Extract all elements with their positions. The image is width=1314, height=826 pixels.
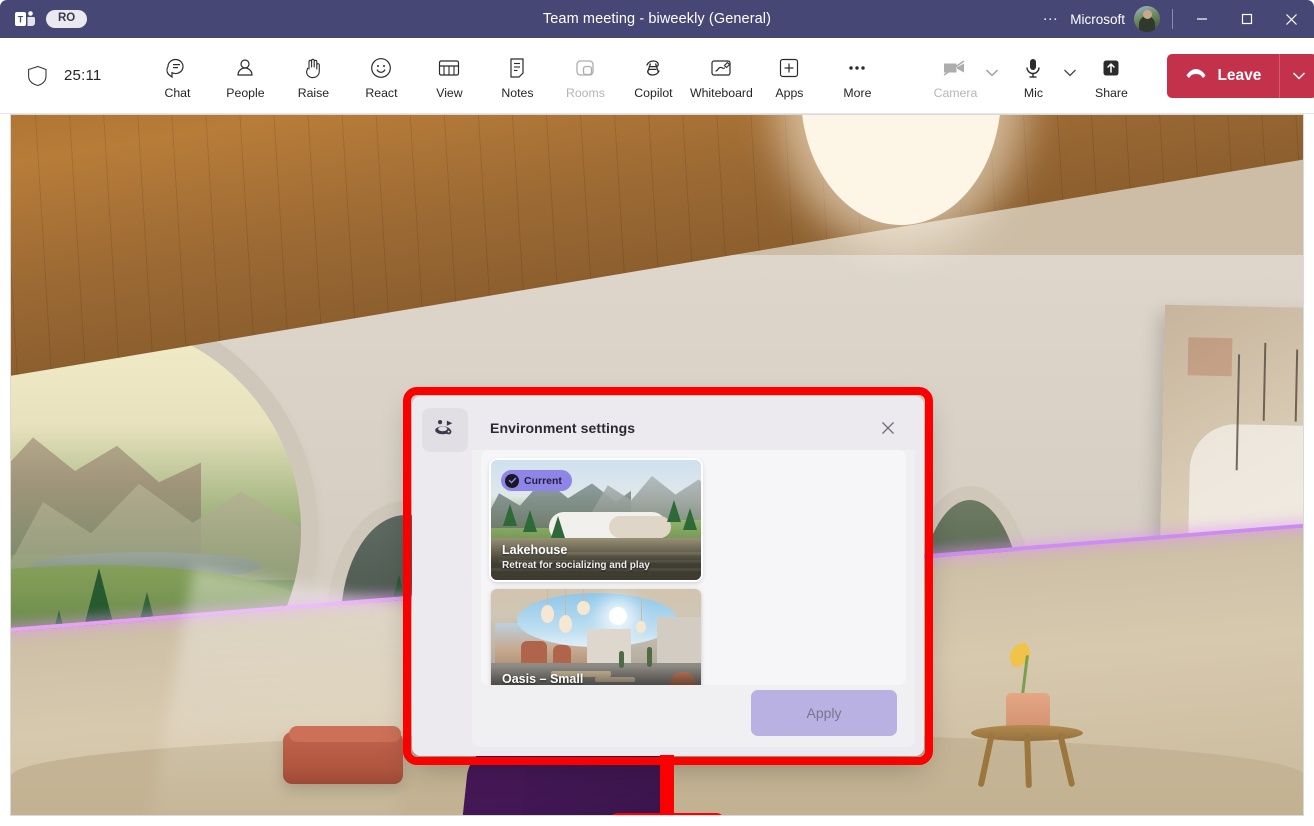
dialog-header: Environment settings [472,406,915,450]
mic-chevron-down-icon[interactable] [1063,65,1077,83]
toolbar-button-apps[interactable]: Apps [755,51,823,100]
apply-button[interactable]: Apply [751,690,897,736]
toolbar-button-camera[interactable]: Camera [921,51,989,100]
toolbar-button-copilot[interactable]: Copilot [619,51,687,100]
dialog-close-button[interactable] [875,415,901,441]
meeting-stage: Team meeting - biweekly Environment sett… [10,114,1304,816]
rooms-icon [573,54,597,82]
title-bar: T RO Team meeting - biweekly (General) …… [0,0,1314,38]
copilot-icon [641,54,665,82]
toolbar-button-react[interactable]: React [347,51,415,100]
toolbar-label: Camera [934,86,978,100]
dialog-rail [412,396,472,756]
toolbar-button-more[interactable]: More [823,51,891,100]
toolbar-button-raise[interactable]: Raise [279,51,347,100]
toolbar-label: React [365,86,397,100]
toolbar-label: Rooms [566,86,605,100]
toolbar-label: Whiteboard [690,86,753,100]
dialog-footer: Apply [472,685,915,747]
camera-off-icon [942,54,968,82]
toolbar-label: More [843,86,871,100]
camera-chevron-down-icon[interactable] [985,65,999,83]
environment-settings-icon [433,417,457,444]
toolbar-media-controls: Camera Mic [921,51,1145,100]
dialog-title: Environment settings [490,420,635,436]
teams-logo-icon: T [14,8,36,30]
highlight-connector [660,755,674,816]
leave-button[interactable]: Leave [1167,54,1279,98]
toolbar-label: View [436,86,462,100]
current-environment-badge: Current [501,470,572,491]
toolbar-label: Raise [298,86,329,100]
mic-icon [1021,54,1045,82]
dialog-rail-environment-button[interactable] [422,408,468,452]
user-avatar[interactable] [1134,6,1160,32]
phone-hangup-icon [1185,65,1207,86]
toolbar-label: Apps [775,86,803,100]
chat-icon [165,54,189,82]
toolbar-label: Notes [501,86,533,100]
toolbar-button-view[interactable]: View [415,51,483,100]
toolbar-button-share[interactable]: Share [1077,51,1145,100]
meeting-title: Team meeting - biweekly (General) [543,11,771,27]
toolbar-label: Mic [1024,86,1043,100]
leave-chevron-down-icon[interactable] [1279,54,1314,98]
title-bar-left: T RO [0,8,87,30]
share-screen-icon [1099,54,1123,82]
titlebar-overflow-icon[interactable]: … [1034,7,1068,31]
meeting-toolbar: 25:11 Chat People Raise [0,38,1314,114]
leave-control-group: Leave [1167,54,1314,98]
environment-name: Oasis – Small [502,672,692,685]
svg-text:T: T [18,15,24,25]
apps-plus-icon [777,54,801,82]
scene-bench [283,732,403,784]
toolbar-label: Share [1095,86,1128,100]
security-shield-icon [28,65,48,87]
environment-list: Current Lakehouse Retreat for socializin… [481,450,906,685]
environment-settings-dialog: Environment settings [412,396,924,756]
notes-icon [505,54,529,82]
environment-card-lakehouse[interactable]: Current Lakehouse Retreat for socializin… [491,460,701,580]
view-grid-icon [437,54,461,82]
toolbar-button-people[interactable]: People [211,51,279,100]
toolbar-label: Copilot [634,86,672,100]
scene-side-table [971,685,1083,785]
close-button[interactable] [1269,0,1314,38]
minimize-button[interactable] [1179,0,1224,38]
tenant-badge[interactable]: RO [46,10,87,29]
environment-caption: Oasis – Small Meeting space for small gr… [491,666,701,685]
title-bar-right: … Microsoft [1034,0,1314,38]
org-name: Microsoft [1068,12,1134,27]
toolbar-button-whiteboard[interactable]: Whiteboard [687,51,755,100]
badge-label: Current [524,475,562,487]
environment-card-oasis-small[interactable]: Oasis – Small Meeting space for small gr… [491,589,701,685]
environment-description: Retreat for socializing and play [502,559,692,572]
environment-name: Lakehouse [502,543,692,559]
titlebar-divider [1172,9,1173,29]
toolbar-label: People [226,86,264,100]
react-smiley-icon [369,54,393,82]
raise-hand-icon [301,54,325,82]
toolbar-button-rooms[interactable]: Rooms [551,51,619,100]
leave-label: Leave [1217,67,1261,85]
environment-caption: Lakehouse Retreat for socializing and pl… [491,537,701,580]
toolbar-button-notes[interactable]: Notes [483,51,551,100]
maximize-button[interactable] [1224,0,1269,38]
toolbar-button-mic[interactable]: Mic [999,51,1067,100]
more-dots-icon [845,54,869,82]
meeting-timer: 25:11 [64,67,101,84]
check-icon [505,474,519,488]
toolbar-items: Chat People Raise React [143,51,891,100]
toolbar-button-chat[interactable]: Chat [143,51,211,100]
people-icon [233,54,257,82]
teams-meeting-window: T RO Team meeting - biweekly (General) …… [0,0,1314,826]
toolbar-label: Chat [164,86,190,100]
whiteboard-icon [709,54,733,82]
dialog-main: Environment settings [472,406,915,747]
